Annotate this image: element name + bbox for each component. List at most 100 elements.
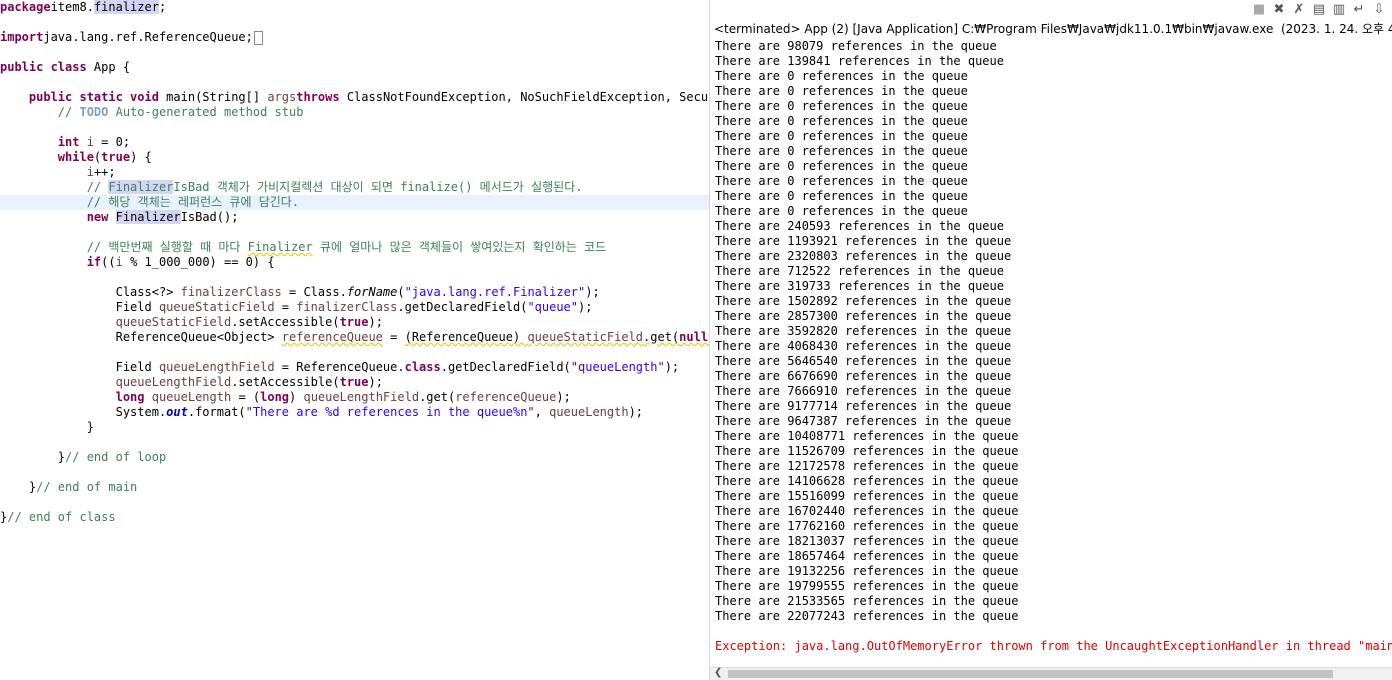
code-line[interactable]: queueLengthField.setAccessible(true); <box>0 375 709 390</box>
code-token: java.lang.ref.ReferenceQueue; <box>43 30 253 44</box>
console-output-line: There are 18213037 references in the que… <box>715 534 1019 548</box>
console-output-line: There are 7666910 references in the queu… <box>715 384 1012 398</box>
code-token: queueStaticField <box>527 330 644 344</box>
code-token: forName <box>346 285 398 299</box>
code-line[interactable]: }// end of main <box>0 480 709 495</box>
scrollbar-thumb[interactable] <box>728 670 1333 678</box>
code-token: ; <box>158 0 167 14</box>
code-token: throws <box>296 90 340 104</box>
code-token: ); <box>556 390 571 404</box>
terminate-icon[interactable]: ■ <box>1251 2 1267 18</box>
paste-icon[interactable]: ▥ <box>1331 2 1347 18</box>
console-toolbar: ■ ✖ ✗ ▤ ▥ ↵ ⇩ <box>1251 2 1387 20</box>
code-token: null <box>679 330 709 344</box>
code-token: true <box>101 150 131 164</box>
code-line[interactable]: System.out.format("There are %d referenc… <box>0 405 709 420</box>
code-line[interactable]: Field queueLengthField = ReferenceQueue.… <box>0 360 709 375</box>
code-token: queueLengthField <box>303 390 420 404</box>
code-token: finalizerClass <box>296 300 398 314</box>
code-token: package <box>0 0 51 14</box>
console-output-line: There are 9177714 references in the queu… <box>715 399 1012 413</box>
console-output-line: There are 98079 references in the queue <box>715 39 997 53</box>
folded-imports-marker[interactable] <box>253 30 263 45</box>
code-token: .get( <box>643 330 680 344</box>
code-token: "queue" <box>527 300 579 314</box>
code-line[interactable]: if((i % 1_000_000) == 0) { <box>0 255 709 270</box>
code-line[interactable]: int i = 0; <box>0 135 709 150</box>
console-output-line: There are 3592820 references in the queu… <box>715 324 1012 338</box>
console-output-line: There are 22077243 references in the que… <box>715 609 1019 623</box>
code-line[interactable]: }// end of class <box>0 510 709 525</box>
console-view[interactable]: ■ ✖ ✗ ▤ ▥ ↵ ⇩ <terminated> App (2) [Java… <box>709 0 1392 680</box>
code-line[interactable]: importjava.lang.ref.ReferenceQueue; <box>0 30 709 45</box>
code-line[interactable]: // 백만번째 실행할 때 마다 Finalizer 큐에 얼마나 많은 객체들… <box>0 240 709 255</box>
remove-launch-icon[interactable]: ✖ <box>1271 2 1287 18</box>
code-line[interactable]: public class App { <box>0 60 709 75</box>
console-output-line: There are 240593 references in the queue <box>715 219 1004 233</box>
code-token: .format( <box>187 405 246 419</box>
code-token: } <box>0 420 94 434</box>
code-line[interactable]: ReferenceQueue<Object> referenceQueue = … <box>0 330 709 345</box>
code-token: // end of loop <box>65 450 167 464</box>
code-token: main(String[] <box>158 90 268 104</box>
code-token: ); <box>578 300 593 314</box>
code-line[interactable]: } <box>0 420 709 435</box>
code-line[interactable]: }// end of loop <box>0 450 709 465</box>
console-output-line: There are 19799555 references in the que… <box>715 579 1019 593</box>
code-token: = ReferenceQueue. <box>274 360 405 374</box>
code-token: ); <box>368 375 383 389</box>
console-output-line: There are 21533565 references in the que… <box>715 594 1019 608</box>
copy-icon[interactable]: ▤ <box>1311 2 1327 18</box>
code-token: ); <box>585 285 600 299</box>
code-token: class <box>404 360 441 374</box>
code-token: // <box>0 105 80 119</box>
scroll-lock-icon[interactable]: ⇩ <box>1371 2 1387 18</box>
code-line[interactable]: // 해당 객체는 레퍼런스 큐에 담긴다. <box>0 195 709 210</box>
code-token: ); <box>628 405 644 419</box>
code-line[interactable]: queueStaticField.setAccessible(true); <box>0 315 709 330</box>
code-token: "java.lang.ref.Finalizer" <box>404 285 586 299</box>
console-output-line: There are 0 references in the queue <box>715 129 968 143</box>
word-wrap-icon[interactable]: ↵ <box>1351 2 1367 18</box>
code-line[interactable]: Field queueStaticField = finalizerClass.… <box>0 300 709 315</box>
code-token: queueStaticField <box>115 315 232 329</box>
code-token: Auto-generated method stub <box>108 105 304 119</box>
console-output-line: There are 15516099 references in the que… <box>715 489 1019 503</box>
remove-all-terminated-icon[interactable]: ✗ <box>1291 2 1307 18</box>
code-line[interactable]: // TODO Auto-generated method stub <box>0 105 709 120</box>
code-token: (ReferenceQueue) <box>404 330 528 344</box>
code-line[interactable]: while(true) { <box>0 150 709 165</box>
code-token: new <box>86 210 109 224</box>
code-token: // end of main <box>36 480 138 494</box>
code-line[interactable]: public static void main(String[] argsthr… <box>0 90 709 105</box>
code-editor[interactable]: packageitem8.finalizer; importjava.lang.r… <box>0 0 709 680</box>
code-line[interactable]: Class<?> finalizerClass = Class.forName(… <box>0 285 709 300</box>
code-line[interactable]: long queueLength = (long) queueLengthFie… <box>0 390 709 405</box>
code-token: while <box>57 150 94 164</box>
code-token: finalizer <box>93 0 159 14</box>
code-token: // 백만번째 실행할 때 마다 <box>0 240 248 254</box>
code-token: i <box>86 135 94 149</box>
code-line[interactable]: i++; <box>0 165 709 180</box>
console-output-line: There are 6676690 references in the queu… <box>715 369 1012 383</box>
horizontal-scrollbar[interactable]: ❮ <box>710 667 1392 680</box>
code-token: out <box>166 405 188 419</box>
code-token: ReferenceQueue<Object> <box>0 330 282 344</box>
code-token: referenceQueue <box>281 330 383 344</box>
code-token: true <box>339 315 369 329</box>
code-token: ); <box>664 360 680 374</box>
scroll-left-icon[interactable]: ❮ <box>714 667 722 678</box>
code-token: queueLength <box>549 405 629 419</box>
code-line[interactable]: new FinalizerIsBad(); <box>0 210 709 225</box>
code-line[interactable]: packageitem8.finalizer; <box>0 0 709 15</box>
code-token: ++; <box>93 165 116 179</box>
code-line[interactable]: // FinalizerIsBad 객체가 가비지컬렉션 대상이 되면 fina… <box>0 180 709 195</box>
